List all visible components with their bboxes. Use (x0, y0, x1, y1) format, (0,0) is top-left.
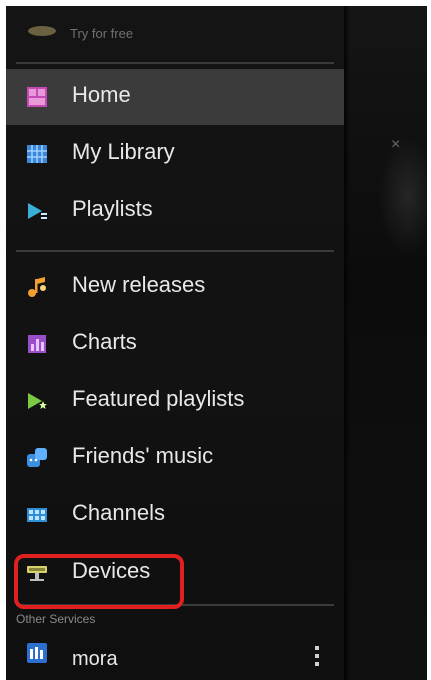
nav-item-my-library[interactable]: My Library (6, 126, 344, 182)
drawer-shadow (344, 6, 350, 680)
background-artwork (378, 136, 427, 256)
nav-item-playlists[interactable]: Playlists (6, 183, 344, 239)
nav-item-charts[interactable]: Charts (6, 316, 344, 372)
nav-item-label: Friends' music (72, 443, 214, 468)
phone-screen: × Try for free Home My Library Playlists… (6, 6, 427, 680)
nav-item-home[interactable]: Home (6, 69, 344, 125)
nav-item-label: Channels (72, 500, 165, 525)
new-releases-icon (28, 277, 46, 297)
trial-icon (28, 26, 56, 36)
try-for-free-banner[interactable]: Try for free (6, 6, 344, 56)
background-content[interactable] (344, 6, 427, 680)
friends-music-icon (27, 448, 47, 467)
nav-item-mora[interactable] (6, 632, 344, 680)
nav-item-channels[interactable]: Channels (6, 487, 344, 543)
playlists-icon (28, 203, 47, 219)
nav-item-label: Featured playlists (72, 386, 245, 411)
close-icon[interactable]: × (391, 136, 400, 154)
nav-item-label: mora (72, 648, 118, 670)
home-icon (27, 87, 47, 107)
charts-icon (28, 335, 46, 353)
section-header-other-services: Other Services (16, 612, 96, 626)
nav-item-new-releases[interactable]: New releases (6, 259, 344, 315)
nav-item-friends-music[interactable]: Friends' music (6, 430, 344, 486)
trial-label: Try for free (70, 26, 134, 41)
nav-item-label: Charts (72, 329, 137, 354)
library-icon (27, 145, 47, 163)
featured-playlists-icon (28, 393, 47, 409)
channels-icon (27, 508, 47, 522)
more-options-icon[interactable] (315, 646, 320, 670)
nav-item-label: Playlists (72, 196, 153, 221)
divider (16, 250, 334, 252)
nav-item-label: My Library (72, 139, 175, 164)
nav-item-label: New releases (72, 272, 206, 297)
nav-item-label: Home (72, 82, 131, 107)
divider (16, 62, 334, 64)
nav-item-featured-playlists[interactable]: Featured playlists (6, 373, 344, 429)
devices-highlight-frame (14, 554, 184, 609)
mora-icon (27, 643, 47, 663)
